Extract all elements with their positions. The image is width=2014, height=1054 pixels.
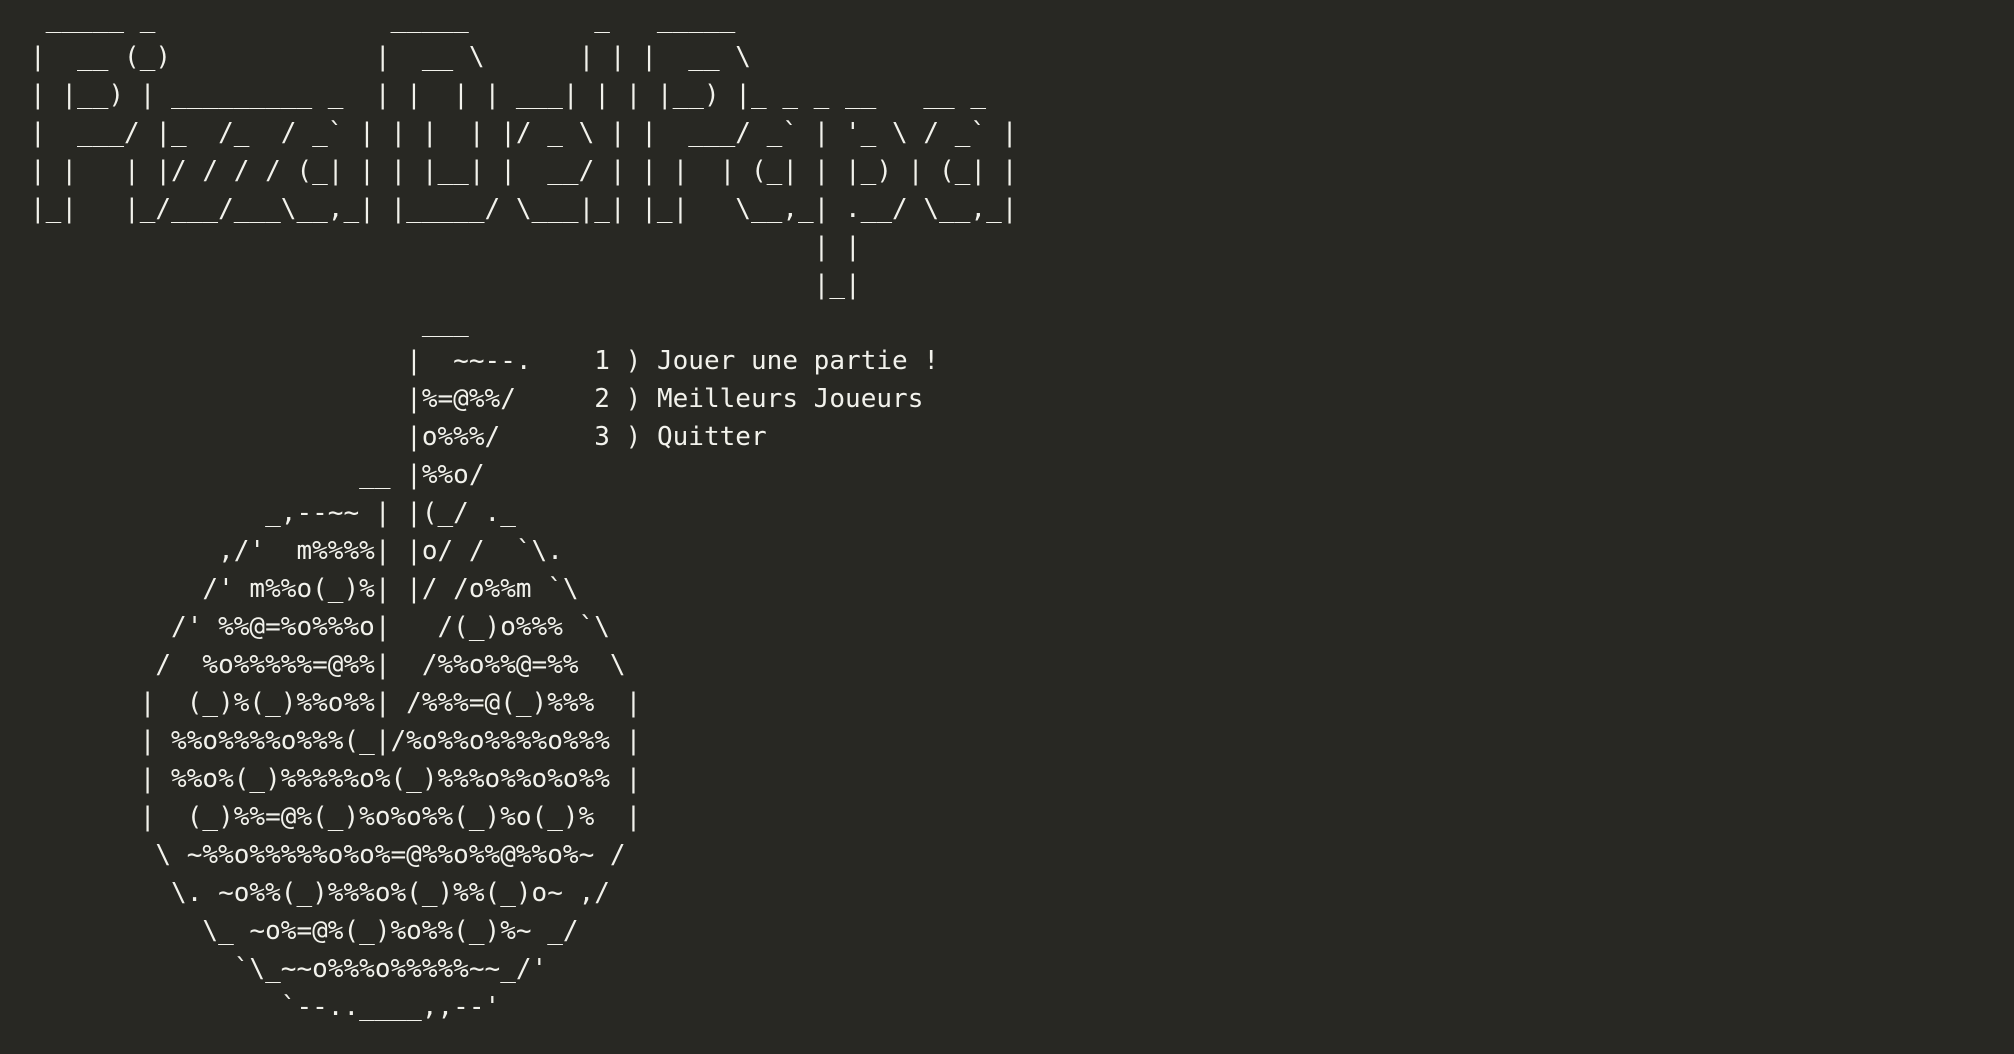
pizza-art-text: __ |%%o/ bbox=[30, 460, 485, 490]
pizza-art-line: ___ bbox=[30, 304, 1017, 342]
pizza-art-line: | (_)%%=@%(_)%o%o%%(_)%o(_)% | bbox=[30, 798, 1017, 836]
menu-item-3[interactable]: 3 ) Quitter bbox=[594, 422, 766, 452]
pizza-art-line: \ ~%%o%%%%%o%o%=@%%o%%@%%o%~ / bbox=[30, 836, 1017, 874]
pizza-art-line: /' %%@=%o%%%o| /(_)o%%% `\ bbox=[30, 608, 1017, 646]
pizza-art-line: `--..____,,--' bbox=[30, 988, 1017, 1026]
banner-text: | __ (_) | __ \ | | | __ \ bbox=[30, 42, 751, 72]
banner-line: | | bbox=[30, 228, 1017, 266]
pizza-art-line: | %%o%%%%o%%%(_|/%o%%o%%%%o%%% | bbox=[30, 722, 1017, 760]
pizza-art-text: `--..____,,--' bbox=[30, 992, 501, 1022]
pizza-art-text: |%=@%%/ bbox=[30, 384, 516, 414]
pizza-art-text: \ ~%%o%%%%%o%o%=@%%o%%@%%o%~ / bbox=[30, 840, 626, 870]
banner-text: | ___/ |_ /_ / _` | | | | |/ _ \ | | ___… bbox=[30, 118, 1018, 148]
pizza-art-text: ,/' m%%%%| |o/ / `\. bbox=[30, 536, 563, 566]
pizza-art-line: ,/' m%%%%| |o/ / `\. bbox=[30, 532, 1017, 570]
pizza-art-line: / %o%%%%%=@%%| /%%o%%@=%% \ bbox=[30, 646, 1017, 684]
pizza-art-text: | %%o%%%%o%%%(_|/%o%%o%%%%o%%% | bbox=[30, 726, 642, 756]
banner-text: _____ _ _____ _ _____ bbox=[30, 4, 736, 34]
banner-text: | | | |/ / / / (_| | | |__| | __/ | | | … bbox=[30, 156, 1018, 186]
banner-text: | | bbox=[30, 232, 861, 262]
pizza-art-line: |o%%%/ 3 ) Quitter bbox=[30, 418, 1017, 456]
banner-line: | __ (_) | __ \ | | | __ \ bbox=[30, 38, 1017, 76]
pizza-art-text: | %%o%(_)%%%%%o%(_)%%%o%%o%o%% | bbox=[30, 764, 642, 794]
pizza-art-line: |%=@%%/ 2 ) Meilleurs Joueurs bbox=[30, 380, 1017, 418]
banner-line: | |__) | _________ _ | | | | ___| | | |_… bbox=[30, 76, 1017, 114]
pizza-art-text: \. ~o%%(_)%%%o%(_)%%(_)o~ ,/ bbox=[30, 878, 610, 908]
menu-item-2[interactable]: 2 ) Meilleurs Joueurs bbox=[594, 384, 923, 414]
banner-line: _____ _ _____ _ _____ bbox=[30, 0, 1017, 38]
pizza-art-text: | ~~--. bbox=[30, 346, 532, 376]
pizza-art-text: /' %%@=%o%%%o| /(_)o%%% `\ bbox=[30, 612, 610, 642]
terminal-output: _____ _ _____ _ _____ | __ (_) | __ \ | |… bbox=[30, 0, 1017, 1026]
pizza-art-line: _,--~~ | |(_/ ._ bbox=[30, 494, 1017, 532]
banner-line: |_| |_/___/___\__,_| |_____/ \___|_| |_|… bbox=[30, 190, 1017, 228]
pizza-art-text: / %o%%%%%=@%%| /%%o%%@=%% \ bbox=[30, 650, 626, 680]
pizza-art-text: \_ ~o%=@%(_)%o%%(_)%~ _/ bbox=[30, 916, 579, 946]
pizza-art-text: | (_)%(_)%%o%%| /%%%=@(_)%%% | bbox=[30, 688, 642, 718]
pizza-art-line: | ~~--. 1 ) Jouer une partie ! bbox=[30, 342, 1017, 380]
pizza-art-line: `\_~~o%%%o%%%%%~~_/' bbox=[30, 950, 1017, 988]
menu-item-1[interactable]: 1 ) Jouer une partie ! bbox=[594, 346, 939, 376]
banner-line: | ___/ |_ /_ / _` | | | | |/ _ \ | | ___… bbox=[30, 114, 1017, 152]
pizza-art-text: ___ bbox=[30, 308, 469, 338]
pizza-art-line: | (_)%(_)%%o%%| /%%%=@(_)%%% | bbox=[30, 684, 1017, 722]
menu-spacer bbox=[500, 422, 594, 452]
pizza-art-text: /' m%%o(_)%| |/ /o%%m `\ bbox=[30, 574, 579, 604]
banner-text: |_| bbox=[30, 270, 861, 300]
pizza-art-line: \. ~o%%(_)%%%o%(_)%%(_)o~ ,/ bbox=[30, 874, 1017, 912]
pizza-art-line: __ |%%o/ bbox=[30, 456, 1017, 494]
menu-spacer bbox=[532, 346, 595, 376]
pizza-art-text: `\_~~o%%%o%%%%%~~_/' bbox=[30, 954, 548, 984]
pizza-art-text: |o%%%/ bbox=[30, 422, 501, 452]
terminal-window: _____ _ _____ _ _____ | __ (_) | __ \ | |… bbox=[0, 0, 2014, 1054]
pizza-art-line: | %%o%(_)%%%%%o%(_)%%%o%%o%o%% | bbox=[30, 760, 1017, 798]
pizza-art-text: | (_)%%=@%(_)%o%o%%(_)%o(_)% | bbox=[30, 802, 642, 832]
banner-text: | |__) | _________ _ | | | | ___| | | |_… bbox=[30, 80, 987, 110]
pizza-art-text: _,--~~ | |(_/ ._ bbox=[30, 498, 516, 528]
banner-line: | | | |/ / / / (_| | | |__| | __/ | | | … bbox=[30, 152, 1017, 190]
banner-line: |_| bbox=[30, 266, 1017, 304]
banner-text: |_| |_/___/___\__,_| |_____/ \___|_| |_|… bbox=[30, 194, 1018, 224]
pizza-art-line: \_ ~o%=@%(_)%o%%(_)%~ _/ bbox=[30, 912, 1017, 950]
menu-spacer bbox=[516, 384, 594, 414]
pizza-art-line: /' m%%o(_)%| |/ /o%%m `\ bbox=[30, 570, 1017, 608]
